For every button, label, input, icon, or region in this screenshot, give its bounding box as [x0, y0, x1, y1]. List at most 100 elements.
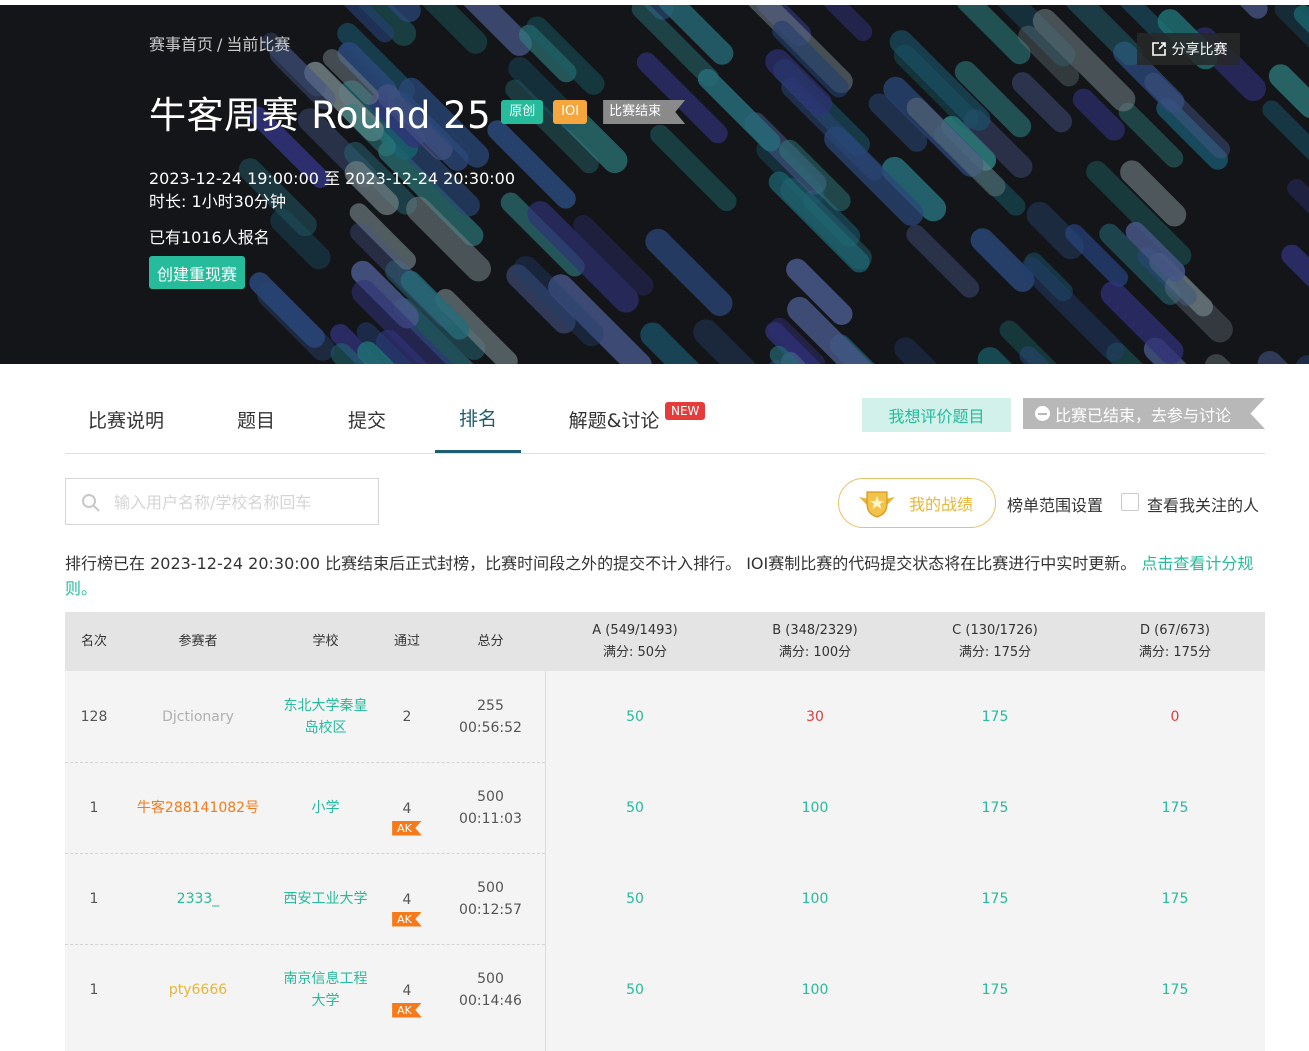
school-line: 南京信息工程	[283, 970, 368, 987]
school-link[interactable]: 西安工业大学	[273, 853, 378, 944]
table-row: 1 2333_ 西安工业大学 4 AK 500 00:12:57 50 100 17…	[65, 853, 1265, 944]
my-record-button[interactable]: 我的战绩	[838, 478, 996, 528]
rank-cell: 1	[89, 981, 99, 998]
problem-b-score[interactable]: 100	[725, 944, 905, 1035]
table-header: 名次 参赛者 学校 通过 总分 A (549/1493) 满分: 50分 B (…	[65, 612, 1265, 671]
follow-label: 查看我关注的人	[1147, 496, 1260, 515]
tab-problems[interactable]: 题目	[218, 385, 294, 453]
share-contest-button[interactable]: 分享比赛	[1137, 33, 1240, 65]
trophy-badge-icon	[859, 491, 895, 518]
tab-description[interactable]: 比赛说明	[65, 385, 187, 453]
total-score-cell: 255 00:56:52	[436, 671, 545, 762]
total-score: 500	[477, 879, 504, 896]
passed-cell: 4 AK	[378, 853, 436, 944]
passed-wrap: 4 AK	[392, 889, 422, 927]
problem-a-title: A (549/1493)	[592, 622, 678, 638]
problem-d-title: D (67/673)	[1139, 622, 1211, 638]
contest-tabs: 比赛说明 题目 提交 排名 解题&讨论 NEW 我想评价题目 比赛已结束，去参与…	[65, 385, 1265, 454]
school-link[interactable]: 小学	[273, 762, 378, 853]
title-row: 牛客周赛 Round 25 原创 IOI 比赛结束	[149, 85, 686, 139]
signup-count: 已有1016人报名	[149, 228, 270, 247]
problem-a-score[interactable]: 50	[545, 853, 725, 944]
passed-cell: 4 AK	[378, 944, 436, 1035]
total-score: 500	[477, 788, 504, 805]
problem-b-score[interactable]: 100	[725, 853, 905, 944]
passed-count: 4	[402, 891, 412, 908]
problem-b-full-score: 满分: 100分	[778, 644, 852, 660]
header-score: 总分	[477, 633, 504, 649]
passed-cell: 2	[378, 671, 436, 762]
search-input[interactable]	[114, 489, 364, 515]
problem-d-score[interactable]: 175	[1085, 853, 1265, 944]
my-record-label: 我的战绩	[909, 495, 974, 514]
problem-d-score[interactable]: 175	[1085, 944, 1265, 1035]
problem-b-score[interactable]: 100	[725, 762, 905, 853]
participant-name-link[interactable]: pty6666	[123, 944, 273, 1035]
problem-d-full-score: 满分: 175分	[1138, 644, 1212, 660]
ranking-notice: 排行榜已在 2023-12-24 20:30:00 比赛结束后正式封榜，比赛时间…	[65, 551, 1265, 601]
breadcrumb: 赛事首页 / 当前比赛	[149, 31, 290, 55]
problem-c-score[interactable]: 175	[905, 671, 1085, 762]
tab-solutions-discussion[interactable]: 解题&讨论	[559, 385, 669, 453]
tab-ranking[interactable]: 排名	[435, 385, 521, 453]
ak-badge: AK	[392, 1002, 422, 1018]
header-problem-a[interactable]: A (549/1493) 满分: 50分	[545, 612, 725, 671]
total-score: 255	[477, 697, 504, 714]
header-passed: 通过	[393, 633, 420, 649]
total-score-cell: 500 00:14:46	[436, 944, 545, 1035]
problem-b-score[interactable]: 30	[725, 671, 905, 762]
problem-d-score[interactable]: 175	[1085, 762, 1265, 853]
contest-duration: 时长: 1小时30分钟	[149, 192, 287, 211]
header-problem-c[interactable]: C (130/1726) 满分: 175分	[905, 612, 1085, 671]
problem-c-score[interactable]: 175	[905, 944, 1085, 1035]
follow-checkbox[interactable]	[1121, 493, 1139, 511]
school-line: 西安工业大学	[283, 890, 368, 907]
problem-a-full-score: 满分: 50分	[602, 644, 668, 660]
problem-a-score[interactable]: 50	[545, 944, 725, 1035]
header-rank: 名次	[80, 633, 107, 649]
table-row: 128 Djctionary 东北大学秦皇 岛校区 2 255 00:56:52 …	[65, 671, 1265, 762]
header-problem-d[interactable]: D (67/673) 满分: 175分	[1085, 612, 1265, 671]
new-badge: NEW	[665, 402, 706, 420]
problem-c-title: C (130/1726)	[952, 622, 1038, 638]
table-row: 1 pty6666 南京信息工程 大学 4 AK 500 00:14:46 50 1…	[65, 944, 1265, 1035]
total-score-cell: 500 00:12:57	[436, 853, 545, 944]
penalty-time: 00:14:46	[459, 992, 522, 1009]
passed-wrap: 4 AK	[392, 980, 422, 1018]
passed-count: 4	[402, 982, 412, 999]
problem-c-score[interactable]: 175	[905, 762, 1085, 853]
passed-count: 2	[402, 708, 412, 725]
ranking-range-setting[interactable]: 榜单范围设置	[1007, 492, 1103, 516]
problem-a-score[interactable]: 50	[545, 762, 725, 853]
search-box	[65, 478, 379, 525]
problem-b-title: B (348/2329)	[772, 622, 858, 638]
rate-problems-button[interactable]: 我想评价题目	[862, 398, 1011, 432]
table-row: 1 牛客288141082号 小学 4 AK 500 00:11:03 50 10…	[65, 762, 1265, 853]
breadcrumb-home-link[interactable]: 赛事首页	[149, 35, 213, 54]
tag-contest-ended: 比赛结束	[603, 100, 686, 124]
rank-cell: 1	[89, 890, 99, 907]
ak-badge: AK	[392, 911, 422, 927]
participant-name-link[interactable]: 牛客288141082号	[123, 762, 273, 853]
join-discussion-button[interactable]: 比赛已结束，去参与讨论	[1023, 398, 1265, 429]
school-line: 大学	[311, 992, 340, 1009]
participant-name-link[interactable]: Djctionary	[123, 671, 273, 762]
participant-name-link[interactable]: 2333_	[123, 853, 273, 944]
school-link[interactable]: 南京信息工程 大学	[273, 944, 378, 1035]
school-line: 东北大学秦皇	[283, 697, 368, 714]
join-discussion-label: 比赛已结束，去参与讨论	[1055, 405, 1232, 425]
problem-a-score[interactable]: 50	[545, 671, 725, 762]
school-link[interactable]: 东北大学秦皇 岛校区	[273, 671, 378, 762]
problem-c-score[interactable]: 175	[905, 853, 1085, 944]
contest-banner: 赛事首页 / 当前比赛 分享比赛 牛客周赛 Round 25 原创 IOI 比赛结束…	[0, 5, 1309, 364]
tab-submissions[interactable]: 提交	[329, 385, 405, 453]
ak-badge: AK	[392, 820, 422, 836]
passed-cell: 4 AK	[378, 762, 436, 853]
header-problem-b[interactable]: B (348/2329) 满分: 100分	[725, 612, 905, 671]
share-label: 分享比赛	[1171, 42, 1228, 58]
problem-d-score[interactable]: 0	[1085, 671, 1265, 762]
breadcrumb-current[interactable]: 当前比赛	[226, 35, 290, 54]
create-replay-button[interactable]: 创建重现赛	[149, 256, 245, 289]
tag-ioi: IOI	[553, 100, 588, 124]
total-score: 500	[477, 970, 504, 987]
